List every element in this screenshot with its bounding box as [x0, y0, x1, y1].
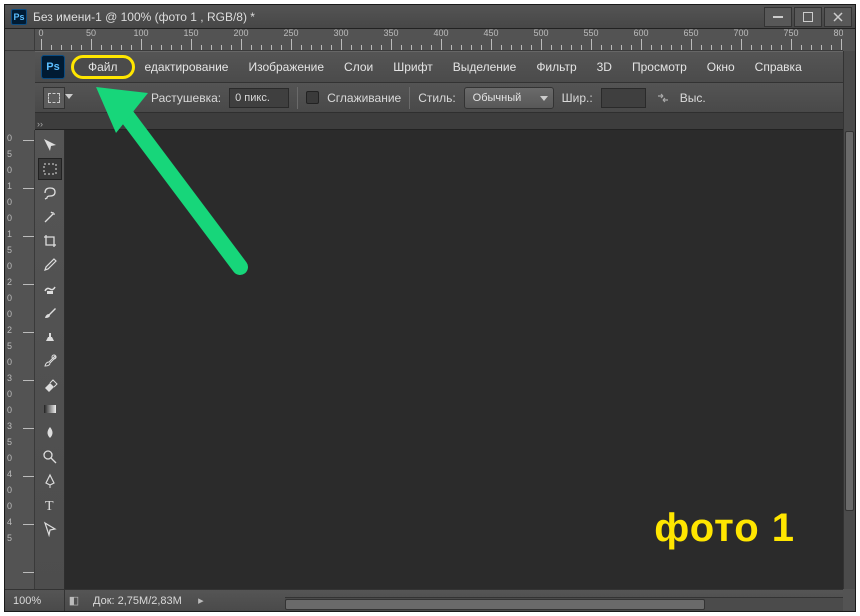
- doc-info: Док: 2,75M/2,83M: [83, 595, 192, 607]
- horizontal-scrollbar[interactable]: [285, 597, 843, 611]
- app-window: Ps Без имени-1 @ 100% (фото 1 , RGB/8) *…: [4, 4, 856, 612]
- tool-preset-picker[interactable]: [43, 87, 65, 109]
- feather-input[interactable]: 0 пикс.: [229, 88, 289, 108]
- blur-tool[interactable]: [38, 422, 62, 444]
- svg-text:T: T: [45, 499, 54, 513]
- ruler-vertical[interactable]: 05010015020025030035040045: [5, 130, 35, 589]
- chevron-down-icon: [540, 96, 548, 101]
- collapse-icon[interactable]: ››: [35, 119, 45, 129]
- menu-фильтр[interactable]: Фильтр: [526, 56, 586, 78]
- menu-выделение[interactable]: Выделение: [443, 56, 527, 78]
- rect-marquee-tool[interactable]: [38, 158, 62, 180]
- window-title: Без имени-1 @ 100% (фото 1 , RGB/8) *: [33, 10, 762, 24]
- style-select[interactable]: Обычный: [464, 87, 554, 109]
- menu-3d[interactable]: 3D: [587, 56, 622, 78]
- magic-wand-tool[interactable]: [38, 206, 62, 228]
- menu-изображение[interactable]: Изображение: [238, 56, 334, 78]
- history-brush-tool[interactable]: [38, 350, 62, 372]
- separator: [297, 87, 298, 109]
- feather-label: Растушевка:: [151, 91, 221, 105]
- eraser-tool[interactable]: [38, 374, 62, 396]
- scrollbar-thumb[interactable]: [845, 131, 854, 511]
- ps-logo-icon: Ps: [41, 55, 65, 79]
- path-select-tool[interactable]: [38, 518, 62, 540]
- lasso-tool[interactable]: [38, 182, 62, 204]
- ruler-corner: [5, 29, 35, 51]
- eyedropper-tool[interactable]: [38, 254, 62, 276]
- width-label: Шир.:: [562, 91, 593, 105]
- swap-icon[interactable]: [654, 89, 672, 107]
- menu-окно[interactable]: Окно: [697, 56, 745, 78]
- menu-слои[interactable]: Слои: [334, 56, 383, 78]
- move-tool[interactable]: [38, 134, 62, 156]
- height-label: Выс.: [680, 91, 706, 105]
- titlebar: Ps Без имени-1 @ 100% (фото 1 , RGB/8) *: [5, 5, 855, 29]
- doc-preview-icon[interactable]: ◧: [65, 594, 83, 607]
- options-bar: Растушевка: 0 пикс. Сглаживание Стиль: О…: [35, 83, 843, 113]
- gradient-tool[interactable]: [38, 398, 62, 420]
- zoom-level[interactable]: 100%: [5, 590, 65, 611]
- separator: [409, 87, 410, 109]
- crop-tool[interactable]: [38, 230, 62, 252]
- maximize-button[interactable]: [794, 7, 822, 27]
- ruler-horizontal[interactable]: 0501001502002503003504004505005506006507…: [35, 29, 843, 51]
- menu-едактирование[interactable]: едактирование: [135, 56, 239, 78]
- chevron-right-icon[interactable]: ▸: [192, 594, 210, 607]
- antialias-label: Сглаживание: [327, 91, 401, 105]
- type-tool[interactable]: T: [38, 494, 62, 516]
- rect-marquee-icon: [48, 93, 60, 103]
- scrollbar-thumb[interactable]: [285, 599, 705, 610]
- annotation-label: фото 1: [654, 506, 795, 551]
- dodge-tool[interactable]: [38, 446, 62, 468]
- menu-шрифт[interactable]: Шрифт: [383, 56, 442, 78]
- spot-heal-tool[interactable]: [38, 278, 62, 300]
- brush-tool[interactable]: [38, 302, 62, 324]
- chevron-down-icon: [65, 94, 73, 99]
- vertical-scrollbar[interactable]: [843, 51, 855, 589]
- minimize-button[interactable]: [764, 7, 792, 27]
- width-input[interactable]: [601, 88, 646, 108]
- close-button[interactable]: [824, 7, 852, 27]
- style-value: Обычный: [473, 92, 522, 104]
- antialias-checkbox[interactable]: [306, 91, 319, 104]
- menu-просмотр[interactable]: Просмотр: [622, 56, 697, 78]
- clone-stamp-tool[interactable]: [38, 326, 62, 348]
- document-tabs: ››: [35, 113, 843, 130]
- menu-справка[interactable]: Справка: [745, 56, 812, 78]
- menubar: Ps ФайледактированиеИзображениеСлоиШрифт…: [35, 51, 843, 83]
- pen-tool[interactable]: [38, 470, 62, 492]
- app-icon: Ps: [11, 9, 27, 25]
- menu-файл[interactable]: Файл: [71, 55, 135, 79]
- toolbar: T: [35, 130, 65, 589]
- style-label: Стиль:: [418, 91, 455, 105]
